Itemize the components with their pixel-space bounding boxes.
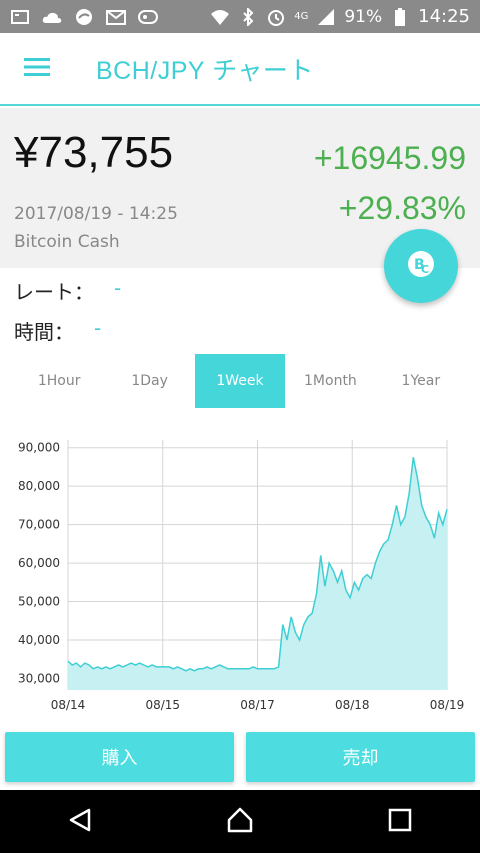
wifi-icon [210,8,230,26]
sell-button[interactable]: 売却 [246,732,475,782]
home-button[interactable] [210,792,270,852]
back-button[interactable] [50,792,110,852]
mail-icon [106,8,126,26]
current-price: ¥73,755 [14,128,174,177]
recents-icon [388,808,412,836]
recents-button[interactable] [370,792,430,852]
x-tick-label: 08/17 [240,698,275,712]
price-change-absolute: +16945.99 [313,140,466,176]
notification-icon [10,8,30,26]
alarm-icon [266,8,286,26]
rate-label: レート： [14,280,94,304]
range-tabs: 1Hour 1Day 1Week 1Month 1Year [14,354,466,408]
bitcoin-cash-fab[interactable]: B C [384,229,458,303]
cloud-icon [42,8,62,26]
y-tick-label: 30,000 [18,671,60,685]
rate-row: レート： - [14,276,121,305]
tab-1month[interactable]: 1Month [285,354,375,408]
y-tick-label: 60,000 [18,556,60,570]
price-chart-svg: 90,000 80,000 70,000 60,000 50,000 40,000 30,0… [18,440,465,712]
x-tick-label: 08/14 [51,698,86,712]
battery-icon [390,7,410,26]
tab-1day[interactable]: 1Day [104,354,194,408]
action-buttons: 購入 売却 [5,732,475,782]
x-tick-label: 08/19 [430,698,465,712]
time-value: - [94,316,102,340]
bitcoin-cash-icon: B C [406,249,436,283]
menu-button[interactable] [0,32,74,105]
y-tick-label: 70,000 [18,518,60,532]
hamburger-menu-icon [24,57,50,81]
rate-value: - [114,276,122,300]
price-chart[interactable]: 90,000 80,000 70,000 60,000 50,000 40,000 30,0… [0,430,480,720]
home-icon [226,806,254,838]
status-bar: 4G 91% 14:25 [0,0,480,33]
x-tick-label: 08/15 [145,698,180,712]
system-nav-bar [0,790,480,853]
network-type: 4G [294,11,309,22]
y-tick-label: 40,000 [18,633,60,647]
buy-button[interactable]: 購入 [5,732,234,782]
y-tick-label: 90,000 [18,441,60,455]
page-title: BCH/JPY チャート [96,56,314,85]
coin-name: Bitcoin Cash [14,232,120,252]
time-label: 時間： [14,320,74,344]
time-row: 時間： - [14,316,101,345]
app-bar: BCH/JPY チャート [0,33,480,106]
price-datetime: 2017/08/19 - 14:25 [14,204,178,224]
tab-1hour[interactable]: 1Hour [14,354,104,408]
clock: 14:25 [418,6,470,27]
sync-icon [74,8,94,26]
tab-1year[interactable]: 1Year [376,354,466,408]
y-tick-label: 80,000 [18,479,60,493]
svg-text:C: C [421,263,429,276]
signal-icon [316,8,336,26]
back-icon [67,807,93,837]
bluetooth-icon [238,7,258,26]
battery-percent: 91% [344,6,383,27]
app-icon [138,8,158,26]
tab-1week[interactable]: 1Week [194,354,286,408]
price-change-percent: +29.83% [338,190,466,226]
x-tick-label: 08/18 [335,698,370,712]
y-tick-label: 50,000 [18,595,60,609]
